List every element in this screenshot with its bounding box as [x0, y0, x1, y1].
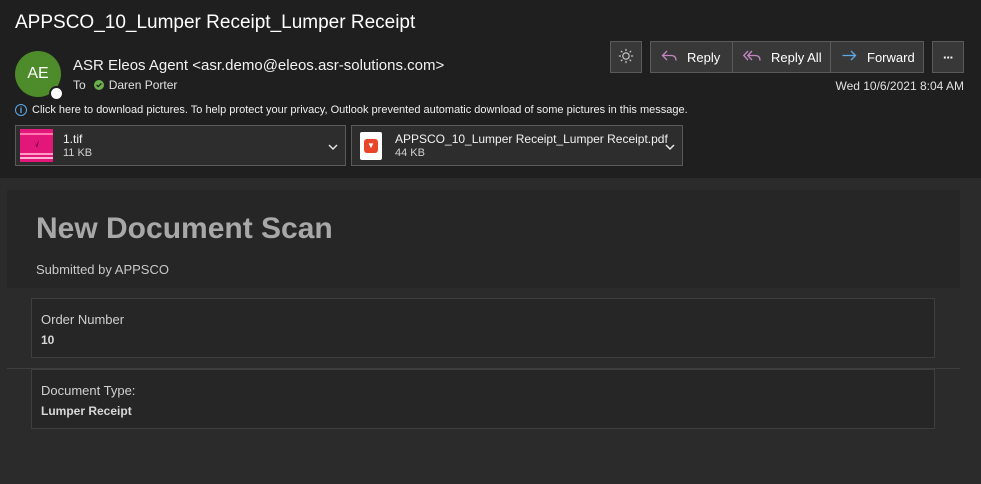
field-value: 10 [41, 333, 55, 347]
recipient-line: To Daren Porter [73, 78, 177, 92]
tif-thumbnail-icon [20, 129, 53, 162]
reply-all-button[interactable]: Reply All [732, 42, 830, 72]
reply-label: Reply [687, 49, 721, 65]
presence-check-icon [93, 80, 104, 90]
forward-icon [841, 49, 867, 66]
more-actions-button[interactable]: ··· [932, 41, 964, 73]
theme-toggle-button[interactable] [610, 41, 642, 73]
reply-button-group: Reply Reply All Forward [650, 41, 924, 73]
attachment-name: APPSCO_10_Lumper Receipt_Lumper Receipt.… [395, 131, 668, 146]
message-header: APPSCO_10_Lumper Receipt_Lumper Receipt … [0, 0, 981, 178]
message-title: New Document Scan [36, 212, 333, 245]
recipient-name[interactable]: Daren Porter [109, 78, 178, 92]
ellipsis-icon: ··· [943, 49, 954, 65]
document-type-field: Document Type: Lumper Receipt [31, 369, 935, 429]
forward-button[interactable]: Forward [830, 42, 923, 72]
reply-icon [661, 49, 687, 66]
attachment-name: 1.tif [63, 131, 83, 146]
forward-label: Forward [867, 49, 915, 65]
attachment-size: 11 KB [63, 146, 93, 159]
download-pictures-bar[interactable]: i Click here to download pictures. To he… [15, 104, 688, 116]
chevron-down-icon[interactable] [664, 140, 676, 158]
field-label: Document Type: [41, 383, 136, 398]
reply-all-icon [742, 49, 771, 66]
field-value: Lumper Receipt [41, 404, 132, 418]
presence-indicator [49, 86, 64, 101]
download-pictures-text: Click here to download pictures. To help… [32, 104, 688, 116]
field-label: Order Number [41, 312, 125, 327]
pdf-icon: ▼ [360, 131, 382, 160]
reply-button[interactable]: Reply [651, 42, 732, 72]
avatar-initials: AE [27, 65, 49, 82]
attachment-size: 44 KB [395, 146, 425, 159]
to-label: To [73, 78, 86, 92]
reply-all-label: Reply All [771, 49, 822, 65]
attachment-tif[interactable]: 1.tif 11 KB [15, 125, 346, 166]
received-date: Wed 10/6/2021 8:04 AM [835, 79, 964, 93]
sun-icon [618, 48, 634, 67]
info-icon: i [15, 104, 27, 116]
message-body: New Document Scan Submitted by APPSCO Or… [0, 178, 981, 484]
email-subject: APPSCO_10_Lumper Receipt_Lumper Receipt [15, 12, 416, 33]
chevron-down-icon[interactable] [327, 140, 339, 158]
sender-name[interactable]: ASR Eleos Agent <asr.demo@eleos.asr-solu… [73, 57, 444, 74]
attachment-pdf[interactable]: ▼ APPSCO_10_Lumper Receipt_Lumper Receip… [351, 125, 683, 166]
message-subtitle: Submitted by APPSCO [36, 262, 169, 277]
message-hero: New Document Scan Submitted by APPSCO [7, 190, 960, 288]
order-number-field: Order Number 10 [31, 298, 935, 358]
